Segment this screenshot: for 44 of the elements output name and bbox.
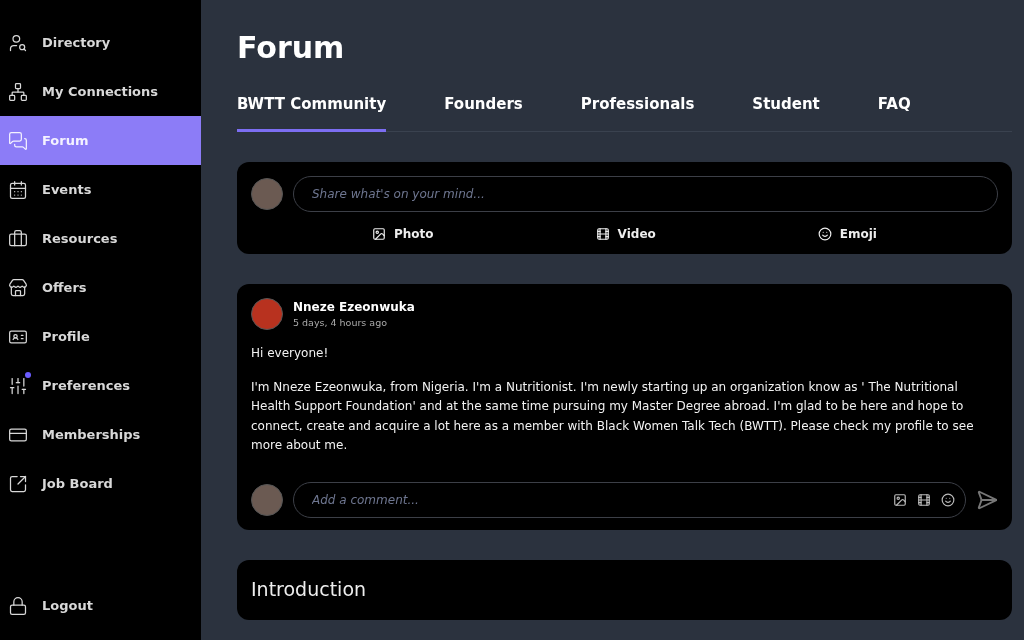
film-icon[interactable]	[917, 492, 931, 507]
avatar	[251, 298, 283, 330]
smile-icon[interactable]	[941, 492, 955, 507]
composer-action[interactable]: Emoji	[811, 226, 883, 242]
tab[interactable]: Founders	[444, 95, 523, 132]
composer-action[interactable]: Photo	[366, 226, 440, 242]
smile-icon	[817, 227, 832, 241]
card-title: Introduction	[251, 577, 368, 600]
sidebar-item[interactable]: Offers	[0, 263, 201, 312]
send-icon[interactable]	[976, 488, 998, 511]
sidebar-item[interactable]: My Connections	[0, 67, 201, 116]
sidebar-item[interactable]: Preferences	[0, 361, 201, 410]
sidebar-item[interactable]: Profile	[0, 312, 201, 361]
post-time: 5 days, 4 hours ago	[293, 317, 388, 328]
sidebar-item[interactable]: Job Board	[0, 459, 201, 508]
post-text: I'm Nneze Ezeonwuka, from Nigeria. I'm a Nutritionist. I'm newly starting up an organization know as ' The Nutritional Health Support Foundation' and at the same time pursuing my Master Degree abroad. I'm glad to be here and hope to connect, create and acquire a lot here as a member with Black Women Talk Tech (BWTT). Please check my profile to see more about me.	[251, 378, 975, 454]
nav-icon	[8, 228, 28, 249]
comment-input-field[interactable]: Add a comment...	[310, 491, 883, 508]
nav-icon	[8, 81, 28, 102]
nav-icon	[8, 473, 28, 494]
post-input-field[interactable]: Share what's on your mind...	[310, 186, 987, 202]
lock-icon	[8, 595, 28, 616]
tab[interactable]: Professionals	[580, 95, 695, 132]
image-icon	[372, 227, 386, 241]
page-title: Forum	[237, 30, 346, 65]
tab[interactable]: BWTT Community	[237, 95, 387, 132]
avatar	[251, 483, 283, 516]
nav-icon	[8, 277, 28, 298]
tab[interactable]: Student	[752, 95, 820, 132]
tab[interactable]: FAQ	[877, 95, 911, 132]
nav-icon	[8, 32, 28, 53]
post-text: Hi everyone!	[251, 345, 330, 362]
nav-icon	[8, 179, 28, 200]
image-icon[interactable]	[893, 492, 907, 507]
sidebar-item[interactable]: Events	[0, 165, 201, 214]
sidebar-item[interactable]: Memberships	[0, 410, 201, 459]
nav-icon	[8, 130, 28, 151]
film-icon	[595, 227, 610, 241]
avatar	[251, 178, 283, 210]
composer-action[interactable]: Video	[589, 226, 662, 242]
sidebar-item[interactable]: Resources	[0, 214, 201, 263]
author-name: Nneze Ezeonwuka	[293, 300, 415, 314]
sidebar-item[interactable]: Directory	[0, 18, 201, 67]
logout-link[interactable]: Logout	[0, 581, 201, 630]
